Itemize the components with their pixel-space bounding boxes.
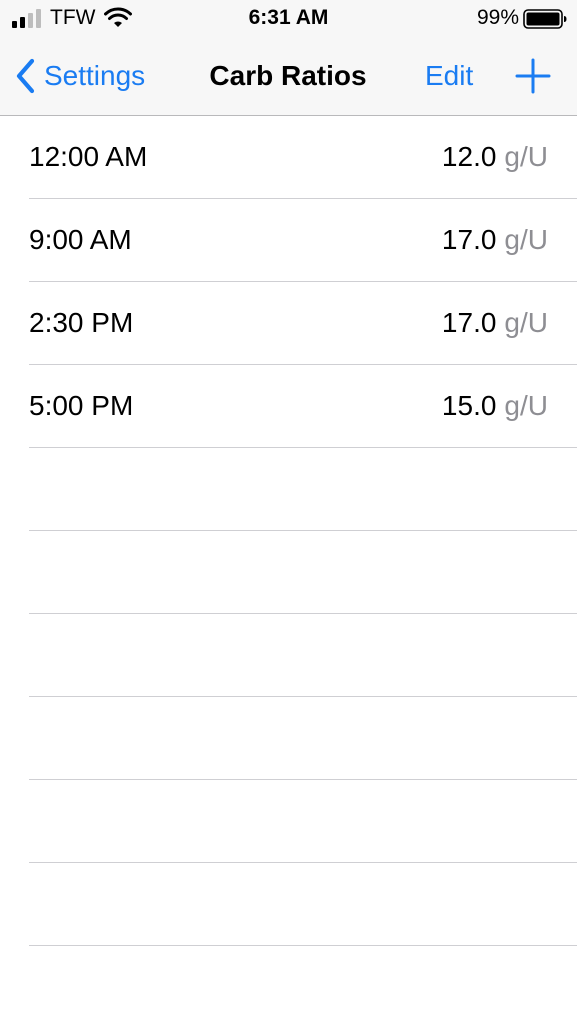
list-item[interactable]: 12:00 AM 12.0 g/U [29, 116, 577, 199]
schedule-time: 5:00 PM [29, 390, 134, 421]
ratio-unit: g/U [504, 390, 548, 421]
navigation-bar: Settings Carb Ratios Edit [0, 36, 577, 116]
ratio-number: 17.0 [441, 224, 497, 255]
list-item[interactable]: 5:00 PM 15.0 g/U [29, 365, 577, 448]
battery-icon [523, 9, 567, 29]
ratio-unit: g/U [504, 224, 548, 255]
status-bar: TFW 6:31 AM 99% [0, 0, 577, 36]
plus-icon[interactable] [513, 56, 553, 96]
back-button[interactable]: Settings [14, 56, 145, 96]
ratio-number: 12.0 [441, 141, 497, 172]
list-item[interactable]: 2:30 PM 17.0 g/U [29, 282, 577, 365]
ratio-number: 15.0 [441, 390, 497, 421]
schedule-time: 12:00 AM [29, 141, 148, 172]
back-button-label: Settings [44, 60, 146, 91]
empty-row [29, 448, 577, 531]
ratio-value: 17.0 g/U [442, 199, 548, 281]
schedule-time: 2:30 PM [29, 307, 134, 338]
schedule-time: 9:00 AM [29, 224, 132, 255]
list-item[interactable]: 9:00 AM 17.0 g/U [29, 199, 577, 282]
ratio-value: 15.0 g/U [442, 365, 548, 447]
empty-row [29, 863, 577, 946]
carb-ratio-list: 12:00 AM 12.0 g/U 9:00 AM 17.0 g/U 2:30 PM… [0, 116, 577, 946]
chevron-left-icon [16, 58, 35, 94]
ratio-value: 17.0 g/U [442, 282, 548, 364]
edit-button[interactable]: Edit [425, 56, 473, 96]
ratio-unit: g/U [504, 307, 548, 338]
ratio-unit: g/U [504, 141, 548, 172]
ratio-number: 17.0 [441, 307, 497, 338]
ratio-value: 12.0 g/U [442, 116, 548, 198]
battery-percent: 99% [476, 6, 519, 29]
empty-row [29, 697, 577, 780]
empty-row [29, 531, 577, 614]
empty-row [29, 780, 577, 863]
page-title: Carb Ratios [209, 60, 367, 91]
empty-row [29, 614, 577, 697]
